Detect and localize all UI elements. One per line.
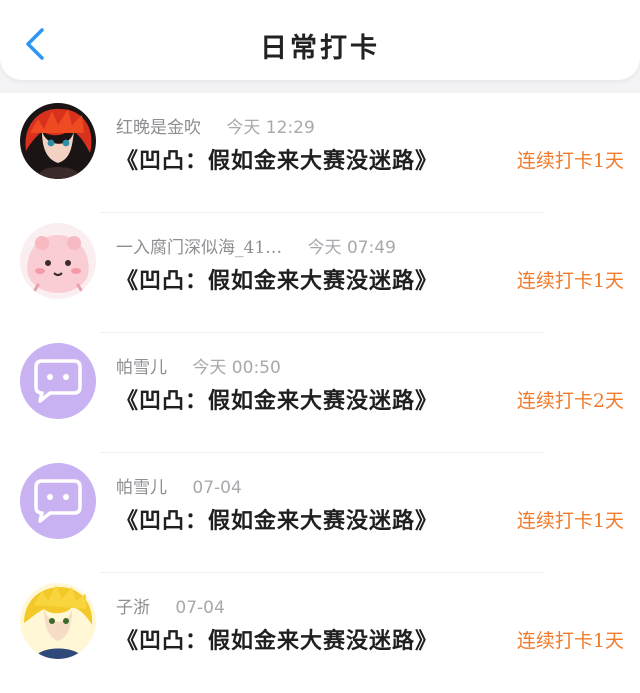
anime-red-hair-avatar [20,103,96,179]
list-item[interactable]: 帕雪儿 今天 00:50 《凹凸：假如金来大赛没迷路》 连续打卡2天 [0,333,640,453]
list-item[interactable]: 红晚是金吹 今天 12:29 《凹凸：假如金来大赛没迷路》 连续打卡1天 [0,93,640,213]
streak-label: 连续打卡2天 [516,390,624,412]
entry-meta: 帕雪儿 今天 00:50 [116,353,281,378]
streak-label: 连续打卡1天 [516,270,624,292]
username[interactable]: 一入腐门深似海_41… [116,238,282,258]
checkin-title[interactable]: 《凹凸：假如金来大赛没迷路》 [116,503,438,535]
entry-meta: 一入腐门深似海_41… 今天 07:49 [116,233,396,258]
checkin-title[interactable]: 《凹凸：假如金来大赛没迷路》 [116,623,438,655]
list-item[interactable]: 子浙 07-04 《凹凸：假如金来大赛没迷路》 连续打卡1天 [0,573,640,693]
list-item[interactable]: 一入腐门深似海_41… 今天 07:49 《凹凸：假如金来大赛没迷路》 连续打卡… [0,213,640,333]
checkin-title[interactable]: 《凹凸：假如金来大赛没迷路》 [116,263,438,295]
entry-meta: 子浙 07-04 [116,593,225,618]
entry-meta: 红晚是金吹 今天 12:29 [116,113,315,138]
entry-meta: 帕雪儿 07-04 [116,473,242,498]
anime-yellow-hair-avatar [20,583,96,659]
streak-label: 连续打卡1天 [516,630,624,652]
streak-label: 连续打卡1天 [516,150,624,172]
avatar[interactable] [20,583,96,659]
avatar[interactable] [20,103,96,179]
checkin-title[interactable]: 《凹凸：假如金来大赛没迷路》 [116,143,438,175]
default-chat-avatar [20,463,96,539]
streak-label: 连续打卡1天 [516,510,624,532]
avatar[interactable] [20,463,96,539]
timestamp: 07-04 [192,478,242,498]
username[interactable]: 帕雪儿 [116,478,167,498]
timestamp: 今天 00:50 [192,358,281,378]
list-item[interactable]: 帕雪儿 07-04 《凹凸：假如金来大赛没迷路》 连续打卡1天 [0,453,640,573]
avatar[interactable] [20,343,96,419]
checkin-list: 红晚是金吹 今天 12:29 《凹凸：假如金来大赛没迷路》 连续打卡1天 一入腐… [0,93,640,693]
checkin-title[interactable]: 《凹凸：假如金来大赛没迷路》 [116,383,438,415]
timestamp: 今天 07:49 [307,238,396,258]
avatar[interactable] [20,223,96,299]
username[interactable]: 子浙 [116,598,150,618]
username[interactable]: 红晚是金吹 [116,118,201,138]
pink-blob-avatar [20,223,96,299]
default-chat-avatar [20,343,96,419]
timestamp: 07-04 [175,598,225,618]
page-title: 日常打卡 [260,33,380,64]
timestamp: 今天 12:29 [226,118,315,138]
top-bar: 日常打卡 [0,0,640,80]
username[interactable]: 帕雪儿 [116,358,167,378]
